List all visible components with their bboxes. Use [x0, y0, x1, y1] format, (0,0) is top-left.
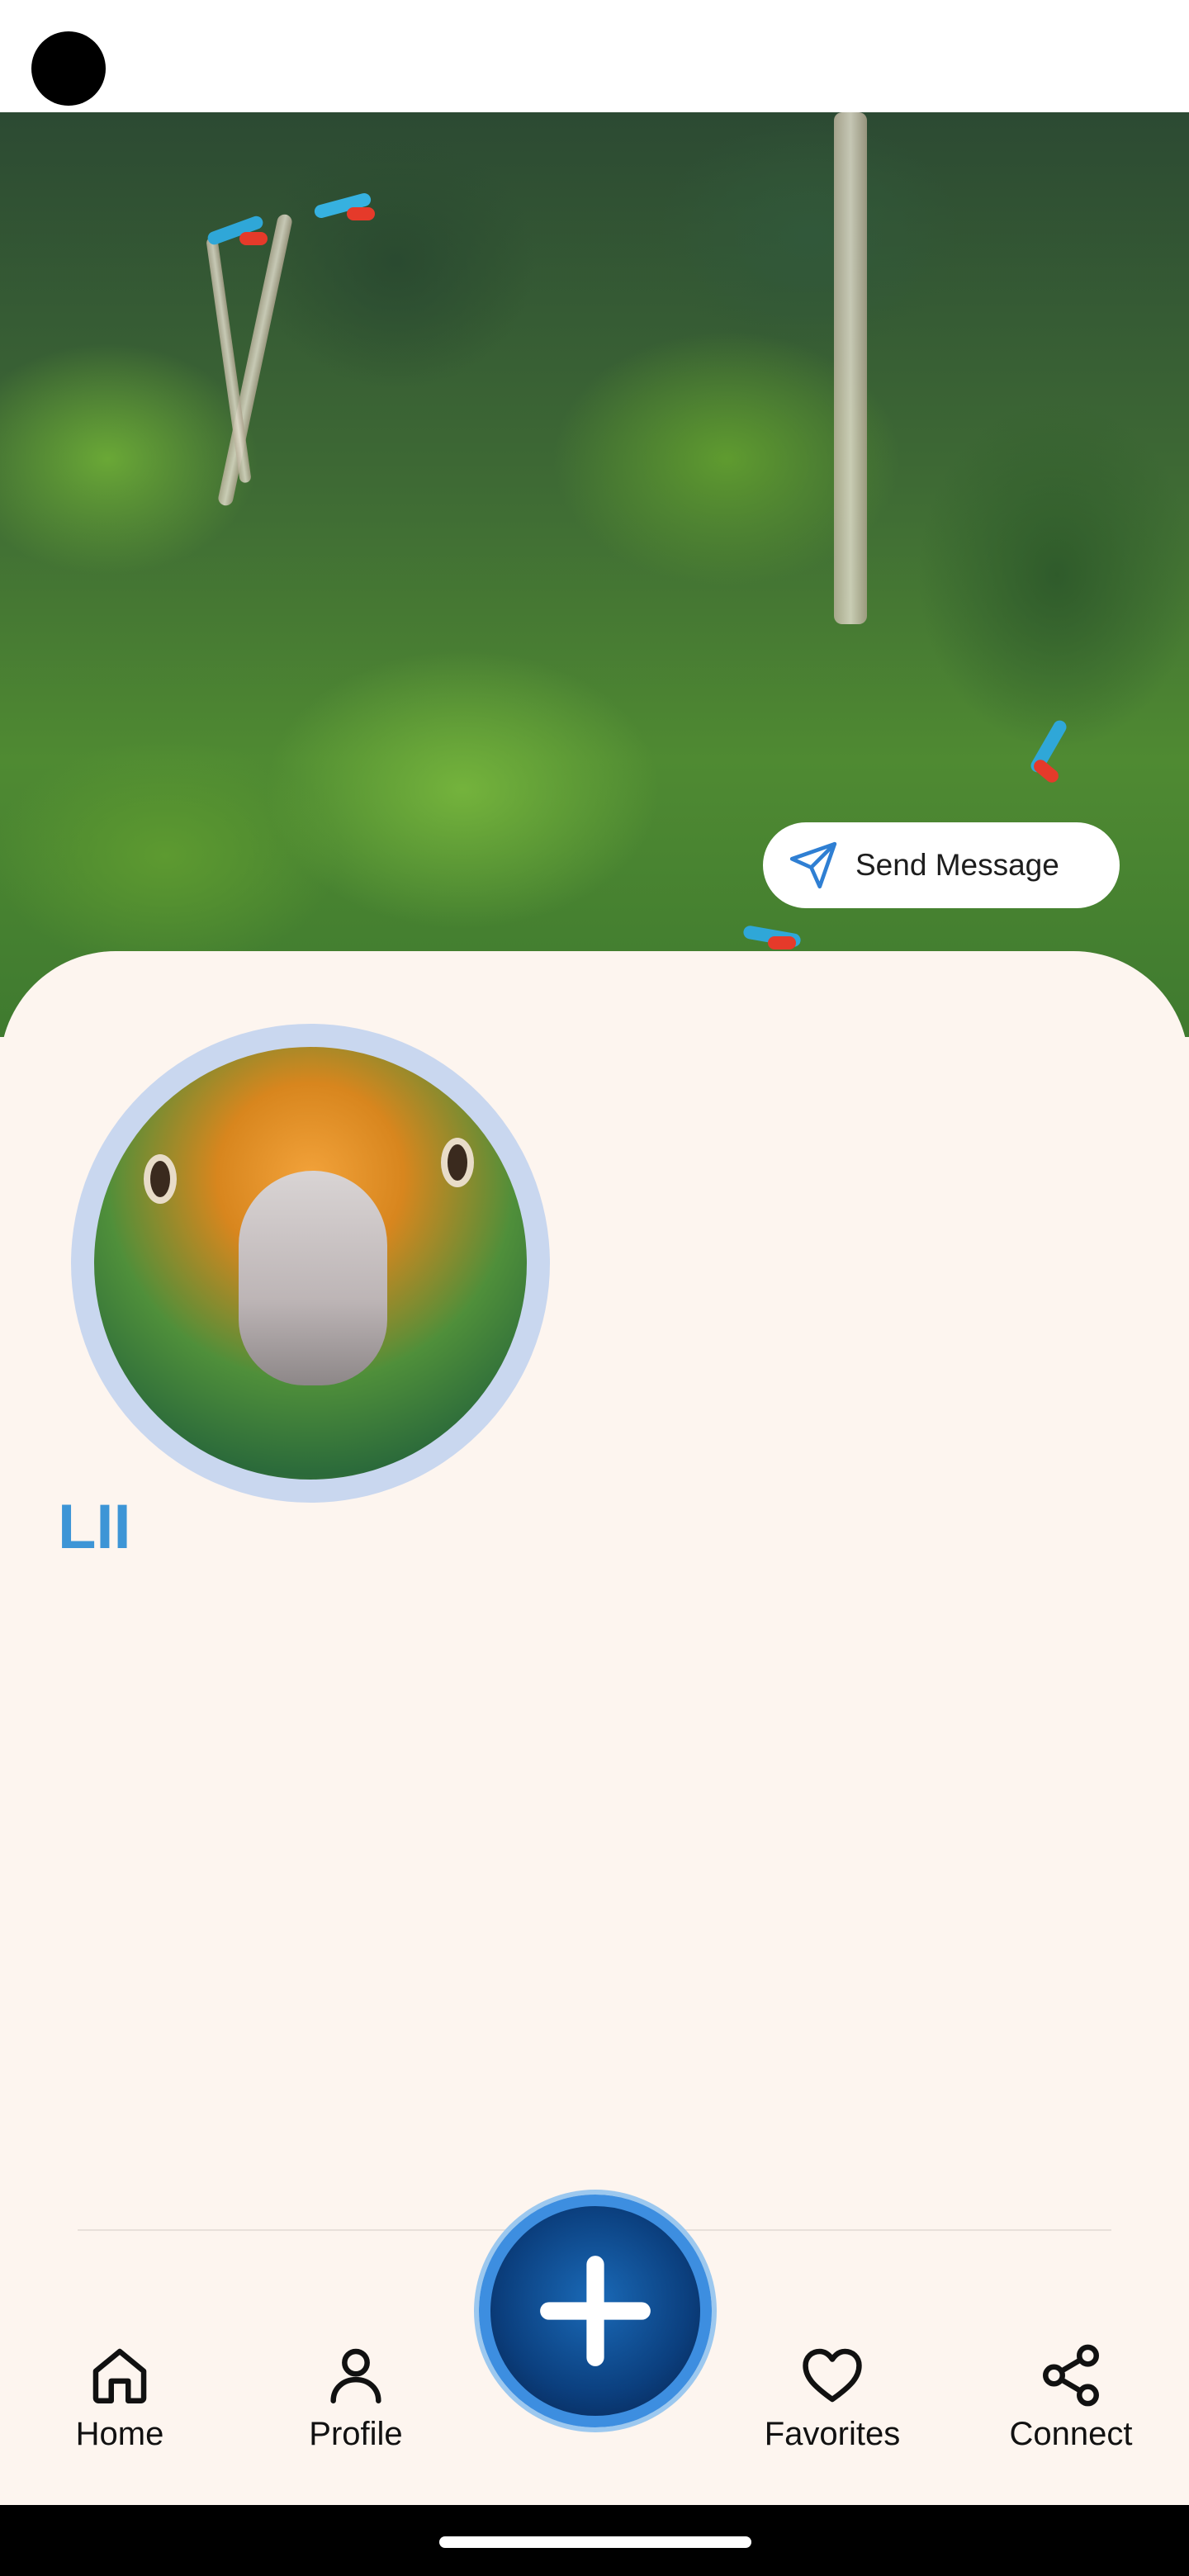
- parrot-eye: [441, 1138, 474, 1187]
- nav-profile[interactable]: Profile: [261, 2342, 451, 2465]
- nav-connect[interactable]: Connect: [976, 2342, 1166, 2465]
- add-button[interactable]: [479, 2195, 712, 2427]
- heart-icon: [803, 2348, 862, 2403]
- home-icon: [92, 2348, 147, 2403]
- nav-home-label: Home: [75, 2416, 164, 2452]
- profile-name: LII: [58, 1492, 131, 1562]
- status-bar: [0, 0, 1189, 112]
- send-message-label: Send Message: [855, 848, 1059, 882]
- avatar[interactable]: [71, 1024, 550, 1503]
- parrot-beak: [239, 1171, 387, 1385]
- plus-icon: [540, 2256, 651, 2366]
- person-icon: [330, 2348, 381, 2403]
- nav-profile-label: Profile: [309, 2416, 403, 2452]
- tree-trunk: [834, 112, 867, 624]
- nav-home[interactable]: Home: [25, 2342, 215, 2465]
- avatar-image: [94, 1047, 527, 1480]
- gesture-handle[interactable]: [439, 2536, 751, 2548]
- nav-connect-label: Connect: [1009, 2416, 1133, 2452]
- camera-cutout: [31, 31, 106, 106]
- parrot-eye: [144, 1154, 177, 1204]
- send-message-button[interactable]: Send Message: [763, 822, 1120, 908]
- share-icon: [1043, 2344, 1099, 2407]
- send-icon: [789, 841, 837, 889]
- nav-favorites[interactable]: Favorites: [737, 2342, 927, 2465]
- nav-favorites-label: Favorites: [764, 2416, 901, 2452]
